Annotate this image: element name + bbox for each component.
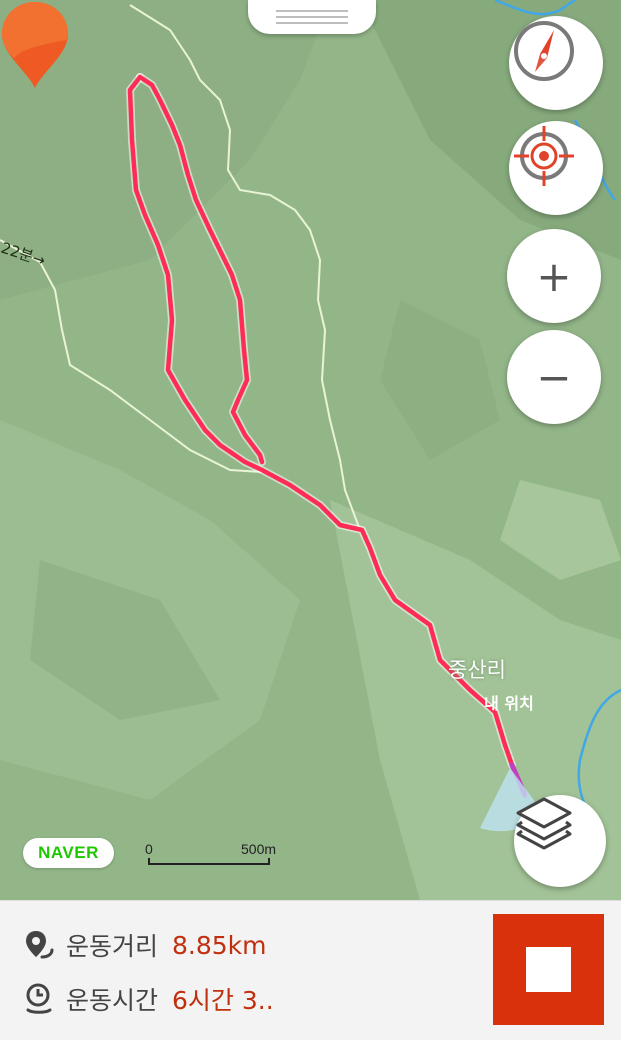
naver-logo[interactable]: NAVER <box>23 838 114 868</box>
time-value: 6시간 3.. <box>172 986 274 1015</box>
scale-zero-label: 0 <box>145 841 153 857</box>
stop-icon <box>526 947 571 992</box>
time-row: 운동시간 6시간 3.. <box>22 981 274 1017</box>
compass-icon <box>514 21 574 81</box>
time-label: 운동시간 <box>66 986 159 1015</box>
my-location-label: 내 위치 <box>484 694 534 713</box>
map-drag-handle[interactable] <box>248 0 376 34</box>
minus-icon: − <box>536 352 572 402</box>
scale-bar <box>148 858 270 865</box>
my-location-pin-icon <box>2 2 68 88</box>
crosshair-icon <box>514 126 574 186</box>
stopwatch-pin-icon <box>26 983 52 1014</box>
plus-icon: + <box>536 251 572 301</box>
layers-button[interactable] <box>514 795 606 887</box>
locate-button[interactable] <box>509 121 603 215</box>
scale-distance-label: 500m <box>241 841 277 857</box>
distance-row: 운동거리 8.85km <box>22 927 267 963</box>
layers-icon <box>516 797 572 850</box>
place-name-label: 중산리 <box>448 658 506 682</box>
distance-value: 8.85km <box>172 930 267 960</box>
compass-button[interactable] <box>509 16 603 110</box>
distance-label: 운동거리 <box>66 932 159 961</box>
route-pin-icon <box>26 931 54 959</box>
map-view[interactable]: 22분→ + − 중산리 내 위치 NAVER 0 500m <box>0 0 621 900</box>
stop-button[interactable] <box>493 914 604 1025</box>
zoom-in-button[interactable]: + <box>507 229 601 323</box>
zoom-out-button[interactable]: − <box>507 330 601 424</box>
